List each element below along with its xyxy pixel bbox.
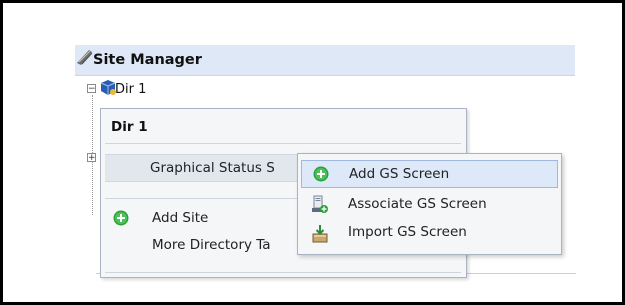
menu-separator xyxy=(105,143,461,144)
menu-item-add-gs-screen[interactable]: Add GS Screen xyxy=(301,160,558,188)
screenshot-frame: Site Manager − Dir 1 + Dir 1 Graphical S… xyxy=(0,0,625,305)
menu-item-label: Add GS Screen xyxy=(349,166,450,182)
site-manager-title: Site Manager xyxy=(93,52,202,68)
menu-item-label: Graphical Status S xyxy=(150,160,275,176)
menu-separator xyxy=(105,272,461,273)
expand-toggle-icon[interactable]: + xyxy=(87,153,96,163)
menu-item-label: Add Site xyxy=(152,210,209,226)
menu-item-import-gs-screen[interactable]: Import GS Screen xyxy=(301,221,558,249)
import-icon xyxy=(312,225,328,243)
associate-icon xyxy=(312,195,328,213)
site-manager-icon xyxy=(77,50,93,65)
collapse-toggle-icon[interactable]: − xyxy=(87,84,96,94)
menu-item-associate-gs-screen[interactable]: Associate GS Screen xyxy=(301,192,558,220)
gs-screen-submenu: Add GS Screen Associate GS Screen Import… xyxy=(297,153,562,255)
menu-item-label: More Directory Ta xyxy=(152,237,271,253)
menu-item-label: Associate GS Screen xyxy=(348,196,487,212)
context-menu-title: Dir 1 xyxy=(111,119,148,135)
tree-item-dir-1[interactable]: Dir 1 xyxy=(115,82,146,97)
add-icon xyxy=(313,166,329,182)
menu-item-label: Import GS Screen xyxy=(348,224,467,240)
